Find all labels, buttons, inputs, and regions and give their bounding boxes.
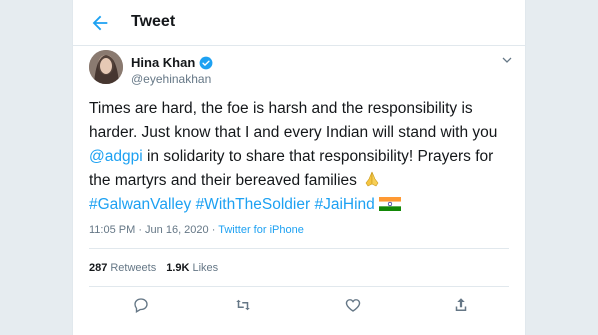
tweet-card: Tweet Hina Khan @eyehinakhan Times are h… [72,0,526,335]
likes-count: 1.9K [166,262,190,274]
tweet-text-part1: Times are hard, the foe is harsh and the… [89,100,498,141]
folded-hands-emoji-icon [365,171,379,187]
divider [89,286,509,287]
tweet-meta: 11:05 PM · Jun 16, 2020 · Twitter for iP… [89,224,304,236]
retweets-count: 287 [89,262,108,274]
divider [89,248,509,249]
avatar[interactable] [89,50,123,84]
reply-icon[interactable] [132,296,150,314]
share-icon[interactable] [452,296,470,314]
tweet-text: Times are hard, the foe is harsh and the… [89,97,519,217]
like-icon[interactable] [344,296,362,314]
author-name[interactable]: Hina Khan [131,55,195,70]
likes-stat[interactable]: 1.9K Likes [166,262,218,274]
hashtag-galwanvalley[interactable]: #GalwanValley [89,196,191,213]
retweet-icon[interactable] [234,296,252,314]
chevron-down-icon[interactable] [501,54,513,66]
tweet-actions [73,296,525,318]
tweet-timestamp[interactable]: 11:05 PM · Jun 16, 2020 · [89,224,218,236]
retweets-stat[interactable]: 287 Retweets [89,262,156,274]
back-arrow-icon[interactable] [89,12,111,34]
tweet-source-link[interactable]: Twitter for iPhone [218,224,304,236]
retweets-label: Retweets [110,262,157,274]
author-name-row: Hina Khan [131,55,213,70]
author-handle[interactable]: @eyehinakhan [131,72,211,86]
india-flag-emoji-icon [378,197,401,211]
tweet-header: Tweet [73,0,525,46]
hashtag-withthesoldier[interactable]: #WithTheSoldier [196,196,311,213]
hashtag-jaihind[interactable]: #JaiHind [314,196,374,213]
likes-label: Likes [192,262,219,274]
tweet-stats: 287 Retweets 1.9K Likes [89,262,218,274]
mention-link[interactable]: @adgpi [89,148,143,165]
page-title: Tweet [131,13,176,30]
verified-badge-icon [199,56,213,69]
tweet-text-part2: in solidarity to share that responsibili… [89,148,494,189]
